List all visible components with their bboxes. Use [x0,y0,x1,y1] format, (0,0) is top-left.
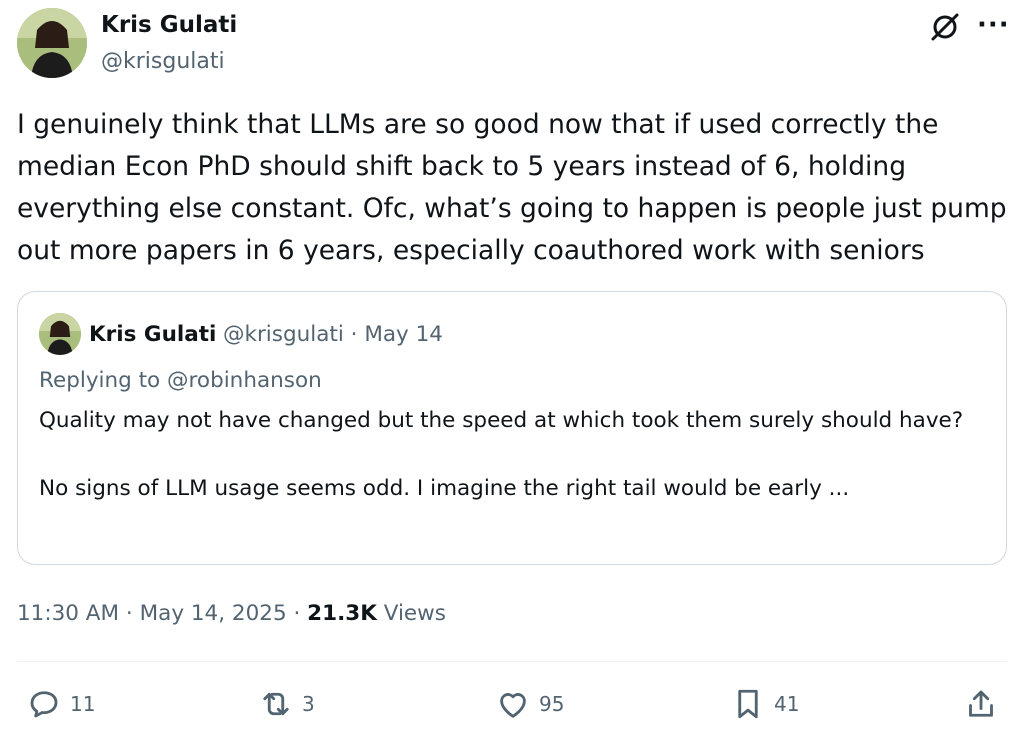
replying-to-label: Replying to @robinhanson [39,368,322,393]
repost-count: 3 [302,692,315,716]
share-icon [969,690,993,717]
repost-button[interactable]: 3 [258,684,315,724]
author-name[interactable]: Kris Gulati [101,12,237,38]
repost-icon [263,692,289,716]
more-options-icon[interactable]: ··· [977,10,1010,40]
share-button[interactable] [963,684,999,724]
profile-photo-icon [39,313,81,355]
bookmark-icon [738,689,758,719]
author-handle[interactable]: @krisgulati [101,49,225,74]
profile-photo-icon [17,8,87,78]
quoted-author-meta: @krisgulati · May 14 [223,322,443,347]
reply-icon [30,691,58,718]
tweet-time[interactable]: 11:30 AM [17,601,119,626]
reply-button[interactable]: 11 [26,684,95,724]
views-count: 21.3K [307,601,377,626]
reply-count: 11 [70,692,96,716]
quoted-date: May 14 [364,322,443,347]
divider [17,661,1007,662]
heart-icon [500,693,526,718]
meta-separator: · [125,601,133,626]
grok-icon[interactable] [930,12,960,42]
tweet-meta: 11:30 AM · May 14, 2025 · 21.3K Views [17,601,446,626]
bookmark-button[interactable]: 41 [730,684,799,724]
author-avatar[interactable] [17,8,87,78]
quoted-author-handle: @krisgulati [223,322,344,347]
tweet-date[interactable]: May 14, 2025 [140,601,287,626]
quoted-author-avatar [39,313,81,355]
meta-separator: · [293,601,301,626]
bookmark-count: 41 [774,692,800,716]
like-count: 95 [539,692,565,716]
quoted-separator: · [350,322,358,347]
tweet-text: I genuinely think that LLMs are so good … [17,109,1007,266]
quoted-tweet-text: Quality may not have changed but the spe… [39,408,964,501]
quoted-author-name: Kris Gulati [89,322,217,347]
views-label: Views [383,601,446,626]
like-button[interactable]: 95 [495,684,564,724]
